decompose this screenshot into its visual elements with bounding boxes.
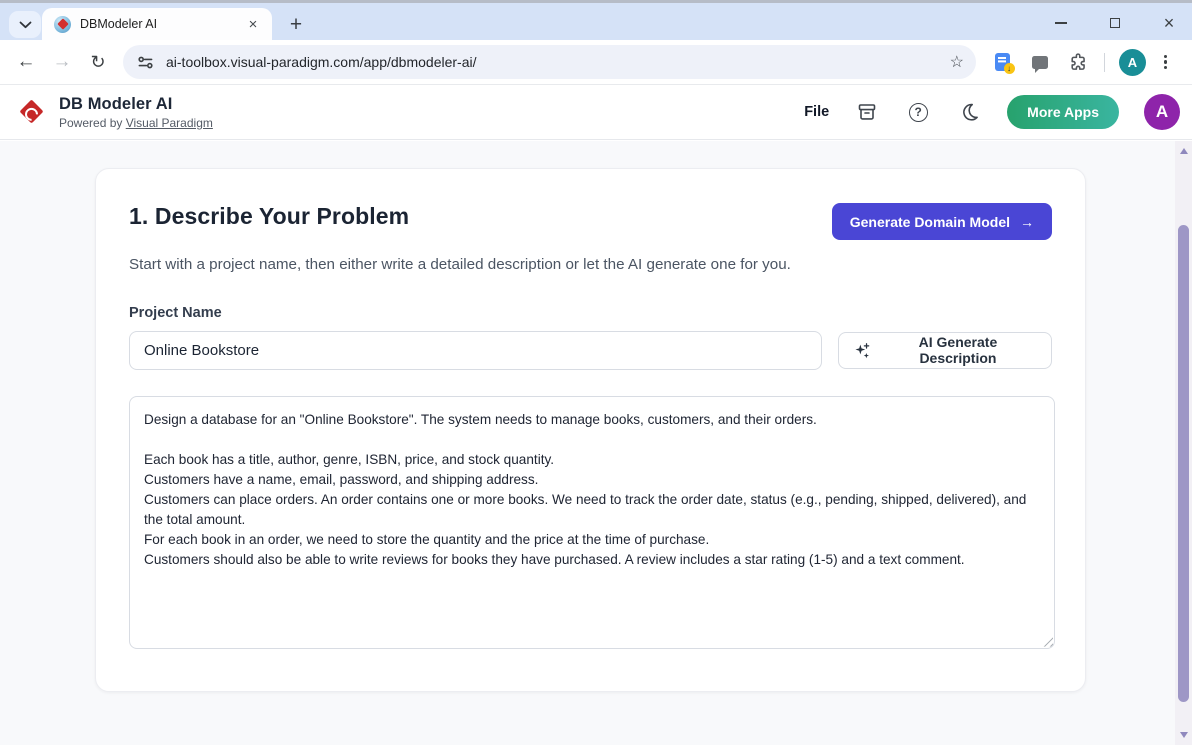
browser-window: DBModeler AI × + × ← → ↻ ai-toolbox.visu… — [0, 0, 1192, 745]
tab-strip: DBModeler AI × + × — [0, 3, 1192, 40]
comment-bubble-icon[interactable] — [1028, 50, 1052, 74]
browser-toolbar: ← → ↻ ai-toolbox.visual-paradigm.com/app… — [0, 40, 1192, 85]
tab-close-icon[interactable]: × — [244, 15, 262, 33]
app-user-avatar[interactable]: A — [1144, 94, 1180, 130]
maximize-button[interactable] — [1100, 8, 1130, 38]
maximize-icon — [1110, 18, 1120, 28]
tab-search-button[interactable] — [9, 11, 41, 38]
help-icon[interactable]: ? — [905, 99, 931, 125]
scroll-up-button[interactable] — [1175, 143, 1192, 159]
section-title: 1. Describe Your Problem — [129, 203, 409, 230]
generate-domain-model-button[interactable]: Generate Domain Model → — [832, 203, 1052, 240]
address-bar[interactable]: ai-toolbox.visual-paradigm.com/app/dbmod… — [123, 45, 976, 79]
chevron-down-icon — [19, 21, 32, 29]
app-header: DB Modeler AI Powered by Visual Paradigm… — [0, 85, 1192, 140]
scroll-down-button[interactable] — [1175, 727, 1192, 743]
section-subtitle: Start with a project name, then either w… — [129, 253, 829, 278]
minimize-icon — [1055, 22, 1067, 24]
toolbar-divider — [1104, 53, 1105, 72]
sparkles-icon — [854, 342, 871, 359]
refresh-button[interactable]: ↻ — [83, 47, 113, 77]
project-name-input[interactable] — [129, 331, 822, 370]
forward-button[interactable]: → — [47, 47, 77, 77]
scrollbar-thumb[interactable] — [1178, 225, 1189, 702]
ai-generate-label: AI Generate Description — [880, 334, 1036, 366]
ai-generate-description-button[interactable]: AI Generate Description — [838, 332, 1052, 369]
file-menu[interactable]: File — [804, 104, 829, 120]
tab-title: DBModeler AI — [80, 17, 244, 31]
dbmodeler-favicon — [54, 16, 71, 33]
powered-by-text: Powered by — [59, 116, 126, 130]
visual-paradigm-link[interactable]: Visual Paradigm — [126, 116, 213, 130]
app-identity: DB Modeler AI Powered by Visual Paradigm — [59, 95, 213, 130]
generate-button-label: Generate Domain Model — [850, 214, 1010, 230]
close-window-button[interactable]: × — [1154, 8, 1184, 38]
description-area-wrapper: Design a database for an "Online Booksto… — [129, 396, 1055, 649]
app-header-actions: File ? More Apps A — [804, 94, 1192, 130]
app-logo[interactable] — [11, 93, 49, 131]
powered-by: Powered by Visual Paradigm — [59, 116, 213, 130]
project-name-label: Project Name — [129, 305, 1052, 321]
url-text[interactable]: ai-toolbox.visual-paradigm.com/app/dbmod… — [166, 54, 950, 70]
archive-box-icon[interactable] — [854, 99, 880, 125]
page-body: 1. Describe Your Problem Generate Domain… — [0, 141, 1175, 745]
browser-tab[interactable]: DBModeler AI × — [42, 8, 272, 40]
back-button[interactable]: ← — [11, 47, 41, 77]
site-settings-icon[interactable] — [137, 54, 154, 71]
new-tab-button[interactable]: + — [282, 11, 310, 39]
toolbar-right: ↓ A — [990, 49, 1171, 76]
minimize-button[interactable] — [1046, 8, 1076, 38]
project-name-row: AI Generate Description — [129, 331, 1052, 370]
extensions-puzzle-icon[interactable] — [1066, 50, 1090, 74]
dark-mode-moon-icon[interactable] — [956, 99, 982, 125]
browser-profile-avatar[interactable]: A — [1119, 49, 1146, 76]
document-download-extension-icon[interactable]: ↓ — [990, 50, 1014, 74]
bookmark-star-icon[interactable]: ☆ — [950, 52, 964, 72]
more-apps-button[interactable]: More Apps — [1007, 95, 1119, 129]
scroll-up-icon — [1180, 148, 1188, 154]
window-controls: × — [1046, 6, 1184, 40]
describe-problem-card: 1. Describe Your Problem Generate Domain… — [95, 168, 1086, 692]
browser-menu-icon[interactable] — [1160, 51, 1171, 74]
scroll-down-icon — [1180, 732, 1188, 738]
page-scrollbar[interactable] — [1175, 141, 1192, 745]
arrow-right-icon: → — [1020, 214, 1034, 230]
card-header-row: 1. Describe Your Problem Generate Domain… — [129, 203, 1052, 240]
problem-description-textarea[interactable]: Design a database for an "Online Booksto… — [129, 396, 1055, 649]
app-title: DB Modeler AI — [59, 95, 213, 114]
